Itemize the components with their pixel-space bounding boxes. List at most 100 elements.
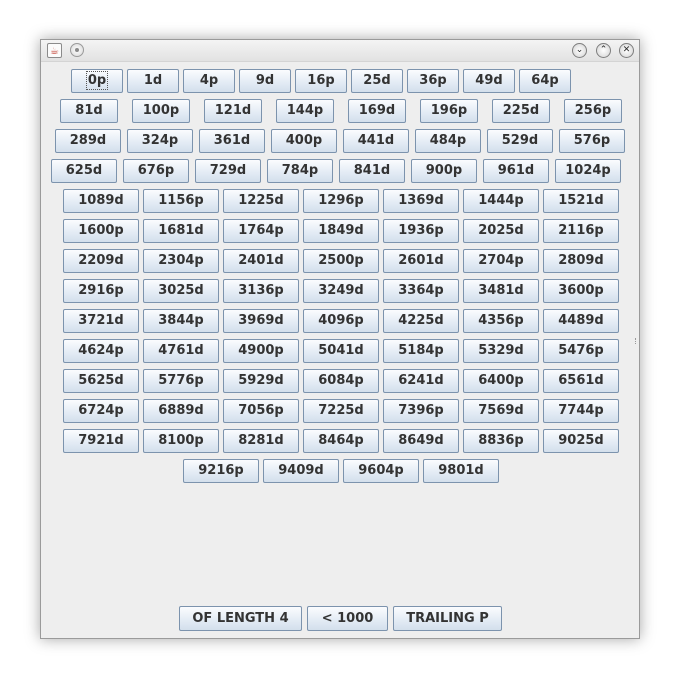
number-button[interactable]: 6724p <box>63 399 139 423</box>
number-button[interactable]: 3969d <box>223 309 299 333</box>
number-button[interactable]: 1156p <box>143 189 219 213</box>
number-button[interactable]: 2704p <box>463 249 539 273</box>
number-button[interactable]: 1369d <box>383 189 459 213</box>
number-button[interactable]: 169d <box>348 99 406 123</box>
number-button[interactable]: 6889d <box>143 399 219 423</box>
number-button[interactable]: 2916p <box>63 279 139 303</box>
number-button[interactable]: 3481d <box>463 279 539 303</box>
number-button[interactable]: 5776p <box>143 369 219 393</box>
number-button[interactable]: 4489d <box>543 309 619 333</box>
number-button[interactable]: 1225d <box>223 189 299 213</box>
number-button[interactable]: 625d <box>51 159 117 183</box>
number-button[interactable]: 225d <box>492 99 550 123</box>
number-button[interactable]: 8649d <box>383 429 459 453</box>
number-button[interactable]: 7921d <box>63 429 139 453</box>
length-4-filter-button[interactable]: OF LENGTH 4 <box>179 606 302 631</box>
number-button[interactable]: 5329d <box>463 339 539 363</box>
number-button[interactable]: 8836p <box>463 429 539 453</box>
number-button[interactable]: 784p <box>267 159 333 183</box>
number-button[interactable]: 1849d <box>303 219 379 243</box>
number-button[interactable]: 8281d <box>223 429 299 453</box>
number-button[interactable]: 2401d <box>223 249 299 273</box>
close-icon[interactable]: ✕ <box>619 43 634 58</box>
number-button[interactable]: 441d <box>343 129 409 153</box>
number-button[interactable]: 2500p <box>303 249 379 273</box>
number-button[interactable]: 2209d <box>63 249 139 273</box>
number-button[interactable]: 3721d <box>63 309 139 333</box>
resize-grip[interactable] <box>635 338 638 344</box>
number-button[interactable]: 6241d <box>383 369 459 393</box>
window-menu-icon[interactable] <box>70 43 84 57</box>
number-button[interactable]: 4761d <box>143 339 219 363</box>
number-button[interactable]: 361d <box>199 129 265 153</box>
number-button[interactable]: 576p <box>559 129 625 153</box>
number-button[interactable]: 8100p <box>143 429 219 453</box>
number-button[interactable]: 324p <box>127 129 193 153</box>
number-button[interactable]: 3249d <box>303 279 379 303</box>
under-1000-filter-button[interactable]: < 1000 <box>307 606 388 631</box>
number-button[interactable]: 36p <box>407 69 459 93</box>
number-button[interactable]: 1444p <box>463 189 539 213</box>
number-button[interactable]: 4356p <box>463 309 539 333</box>
number-button[interactable]: 121d <box>204 99 262 123</box>
number-button[interactable]: 5476p <box>543 339 619 363</box>
number-button[interactable]: 1764p <box>223 219 299 243</box>
number-button[interactable]: 4096p <box>303 309 379 333</box>
number-button[interactable]: 81d <box>60 99 118 123</box>
number-button[interactable]: 9d <box>239 69 291 93</box>
number-button[interactable]: 1024p <box>555 159 621 183</box>
number-button[interactable]: 5041d <box>303 339 379 363</box>
number-button[interactable]: 9025d <box>543 429 619 453</box>
number-button[interactable]: 1089d <box>63 189 139 213</box>
number-button[interactable]: 7569d <box>463 399 539 423</box>
number-button[interactable]: 2601d <box>383 249 459 273</box>
number-button[interactable]: 196p <box>420 99 478 123</box>
number-button[interactable]: 8464p <box>303 429 379 453</box>
number-button[interactable]: 2025d <box>463 219 539 243</box>
number-button[interactable]: 5625d <box>63 369 139 393</box>
number-button[interactable]: 6084p <box>303 369 379 393</box>
number-button[interactable]: 4624p <box>63 339 139 363</box>
number-button[interactable]: 5929d <box>223 369 299 393</box>
number-button[interactable]: 3025d <box>143 279 219 303</box>
trailing-p-filter-button[interactable]: TRAILING P <box>393 606 502 631</box>
number-button[interactable]: 5184p <box>383 339 459 363</box>
number-button[interactable]: 64p <box>519 69 571 93</box>
number-button[interactable]: 144p <box>276 99 334 123</box>
number-button[interactable]: 3844p <box>143 309 219 333</box>
number-button[interactable]: 1600p <box>63 219 139 243</box>
number-button[interactable]: 961d <box>483 159 549 183</box>
number-button[interactable]: 9801d <box>423 459 499 483</box>
number-button[interactable]: 6400p <box>463 369 539 393</box>
number-button[interactable]: 256p <box>564 99 622 123</box>
minimize-icon[interactable]: ⌄ <box>572 43 587 58</box>
number-button[interactable]: 1681d <box>143 219 219 243</box>
number-button[interactable]: 7056p <box>223 399 299 423</box>
number-button[interactable]: 1296p <box>303 189 379 213</box>
number-button[interactable]: 49d <box>463 69 515 93</box>
number-button[interactable]: 4900p <box>223 339 299 363</box>
number-button[interactable]: 3600p <box>543 279 619 303</box>
title-bar[interactable]: ☕ ⌄ ⌃ ✕ <box>41 40 639 62</box>
number-button[interactable]: 729d <box>195 159 261 183</box>
number-button[interactable]: 4225d <box>383 309 459 333</box>
number-button[interactable]: 0p <box>71 69 123 93</box>
number-button[interactable]: 7744p <box>543 399 619 423</box>
number-button[interactable]: 529d <box>487 129 553 153</box>
number-button[interactable]: 7396p <box>383 399 459 423</box>
number-button[interactable]: 25d <box>351 69 403 93</box>
number-button[interactable]: 16p <box>295 69 347 93</box>
number-button[interactable]: 676p <box>123 159 189 183</box>
number-button[interactable]: 3136p <box>223 279 299 303</box>
number-button[interactable]: 1521d <box>543 189 619 213</box>
java-icon[interactable]: ☕ <box>47 43 62 58</box>
number-button[interactable]: 7225d <box>303 399 379 423</box>
number-button[interactable]: 400p <box>271 129 337 153</box>
number-button[interactable]: 100p <box>132 99 190 123</box>
maximize-icon[interactable]: ⌃ <box>596 43 611 58</box>
number-button[interactable]: 1d <box>127 69 179 93</box>
number-button[interactable]: 4p <box>183 69 235 93</box>
number-button[interactable]: 1936p <box>383 219 459 243</box>
number-button[interactable]: 2809d <box>543 249 619 273</box>
number-button[interactable]: 841d <box>339 159 405 183</box>
